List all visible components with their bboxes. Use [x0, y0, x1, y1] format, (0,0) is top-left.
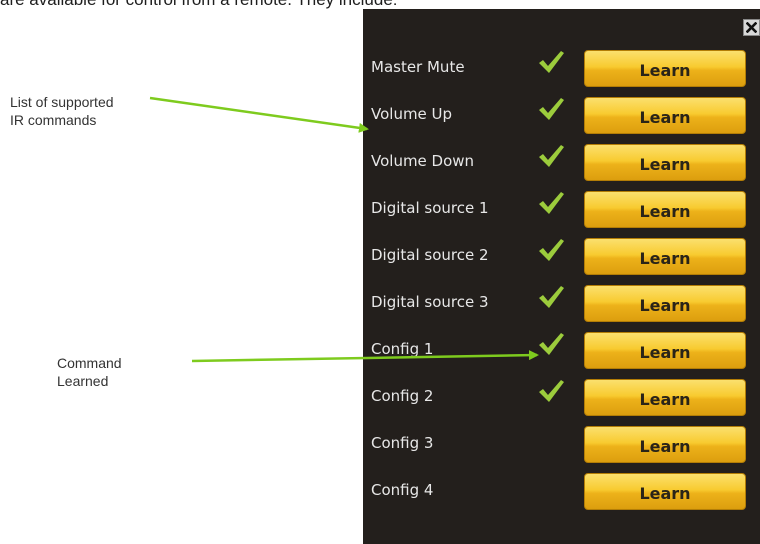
learned-check-icon	[539, 192, 564, 214]
annotation-learned-line2: Learned	[57, 373, 109, 389]
learned-check-icon	[539, 286, 564, 308]
ir-command-label: Master Mute	[371, 58, 465, 76]
learn-button[interactable]: Learn	[584, 97, 746, 134]
learn-button[interactable]: Learn	[584, 426, 746, 463]
ir-learn-dialog: Master Mute Learn Volume Up Learn Volume Dow…	[363, 9, 760, 544]
ir-command-label: Config 2	[371, 387, 434, 405]
annotation-learned-line1: Command	[57, 355, 122, 371]
learn-button[interactable]: Learn	[584, 332, 746, 369]
ir-command-label: Volume Down	[371, 152, 475, 170]
ir-command-row: Config 4 Learn	[363, 473, 760, 536]
learn-button[interactable]: Learn	[584, 379, 746, 416]
ir-command-list: Master Mute Learn Volume Up Learn Volume Dow…	[363, 50, 760, 536]
learn-button[interactable]: Learn	[584, 473, 746, 510]
annotation-ir-list-line1: List of supported	[10, 94, 114, 110]
ir-command-label: Config 3	[371, 434, 434, 452]
learned-check-icon	[539, 51, 564, 73]
learned-check-icon	[539, 239, 564, 261]
learned-check-icon	[539, 333, 564, 355]
annotation-ir-list-line2: IR commands	[10, 112, 97, 128]
arrow-to-command-list	[149, 96, 369, 133]
learn-button[interactable]: Learn	[584, 238, 746, 275]
intro-text: are available for control from a remote.…	[0, 0, 398, 10]
learned-check-icon	[539, 145, 564, 167]
ir-command-label: Volume Up	[371, 105, 453, 123]
learn-button[interactable]: Learn	[584, 144, 746, 181]
learn-button[interactable]: Learn	[584, 285, 746, 322]
learn-button[interactable]: Learn	[584, 50, 746, 87]
annotation-learned: Command Learned	[57, 354, 122, 390]
learn-button[interactable]: Learn	[584, 191, 746, 228]
ir-command-label: Digital source 1	[371, 199, 489, 217]
close-icon	[746, 22, 757, 33]
ir-command-label: Digital source 3	[371, 293, 489, 311]
ir-command-label: Config 4	[371, 481, 434, 499]
ir-command-label: Config 1	[371, 340, 434, 358]
learned-check-icon	[539, 380, 564, 402]
learned-check-icon	[539, 98, 564, 120]
annotation-ir-list: List of supported IR commands	[10, 93, 114, 129]
close-button[interactable]	[743, 19, 760, 36]
ir-command-label: Digital source 2	[371, 246, 489, 264]
